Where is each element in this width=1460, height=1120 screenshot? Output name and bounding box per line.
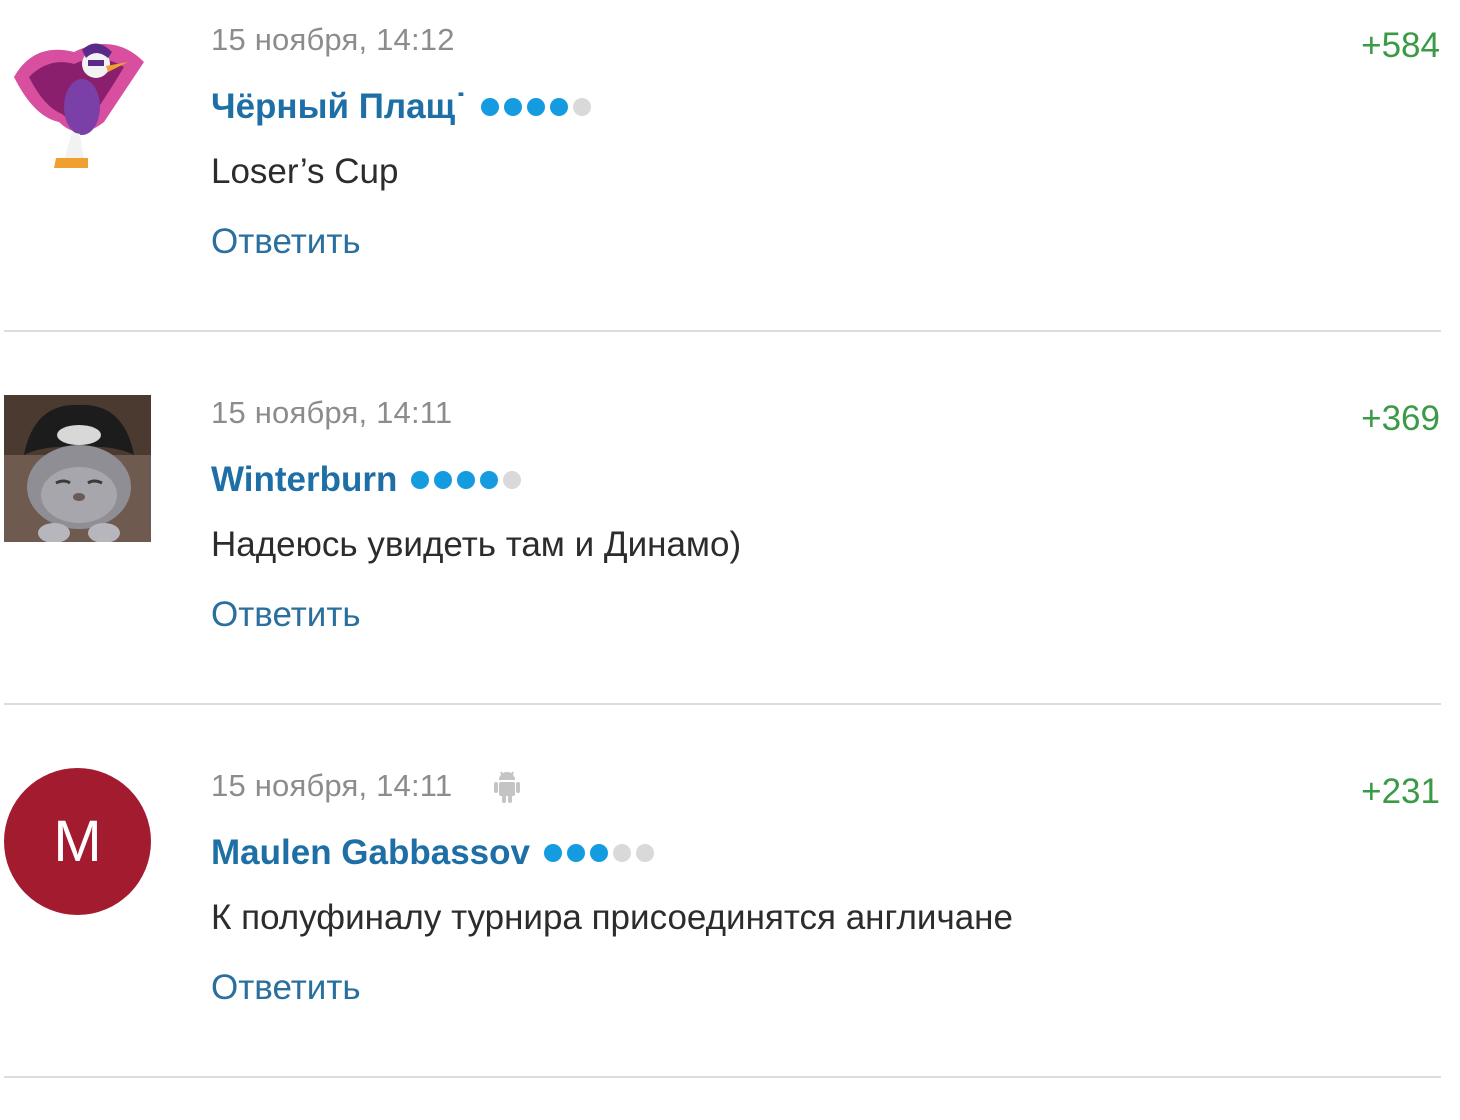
rank-dot-filled [457, 471, 476, 489]
author-line: Winterburn [211, 459, 522, 501]
comment-timestamp: 15 ноября, 14:11 [211, 768, 453, 803]
rank-dot-filled [589, 844, 608, 862]
rank-dots [411, 471, 522, 489]
rank-dot-filled [543, 844, 562, 862]
rank-dot-filled [434, 471, 453, 489]
comment-divider [4, 1076, 1441, 1078]
rank-dot-filled [480, 98, 499, 116]
comment-item: 15 ноября, 14:11 +369 Winterburn Надеюсь… [0, 373, 1460, 747]
rank-dot-filled [480, 471, 499, 489]
letter-avatar[interactable]: M [4, 768, 151, 915]
reply-button[interactable]: Ответить [211, 968, 361, 1008]
rank-dots [543, 844, 654, 862]
reply-button[interactable]: Ответить [211, 222, 361, 262]
comment-text: Надеюсь увидеть там и Динамо) [211, 525, 742, 564]
comment-rating[interactable]: +584 [1361, 26, 1440, 66]
comment-author[interactable]: Чёрный Плащ˙ [211, 87, 467, 127]
rank-dot-filled [526, 98, 545, 116]
rank-dot-filled [549, 98, 568, 116]
rank-dot-empty [612, 844, 631, 862]
author-line: Maulen Gabbassov [211, 832, 654, 874]
comment-rating[interactable]: +369 [1361, 399, 1440, 439]
rank-dot-empty [635, 844, 654, 862]
comment-timestamp: 15 ноября, 14:12 [211, 22, 455, 57]
rank-dot-filled [566, 844, 585, 862]
author-line: Чёрный Плащ˙ [211, 86, 591, 128]
rank-dot-empty [503, 471, 522, 489]
comment-author[interactable]: Maulen Gabbassov [211, 833, 530, 873]
comment-timestamp: 15 ноября, 14:11 [211, 395, 453, 430]
comment-item: 15 ноября, 14:12 +584 Чёрный Плащ˙ Loser… [0, 0, 1460, 374]
comment-divider [4, 703, 1441, 705]
darkwing-duck-avatar[interactable] [4, 22, 151, 169]
comment-text: Loser’s Cup [211, 152, 399, 191]
comment-author[interactable]: Winterburn [211, 460, 397, 500]
cat-in-hat-avatar[interactable] [4, 395, 151, 542]
rank-dot-empty [572, 98, 591, 116]
rank-dot-filled [503, 98, 522, 116]
avatar-letter: M [4, 768, 151, 915]
android-icon [492, 768, 522, 804]
comment-item: M 15 ноября, 14:11 +231 Maulen Gabbassov… [0, 746, 1460, 1120]
reply-button[interactable]: Ответить [211, 595, 361, 635]
comment-rating[interactable]: +231 [1361, 772, 1440, 812]
rank-dot-filled [411, 471, 430, 489]
rank-dots [480, 98, 591, 116]
comment-divider [4, 330, 1441, 332]
comment-text: К полуфиналу турнира присоединятся англи… [211, 898, 1013, 937]
